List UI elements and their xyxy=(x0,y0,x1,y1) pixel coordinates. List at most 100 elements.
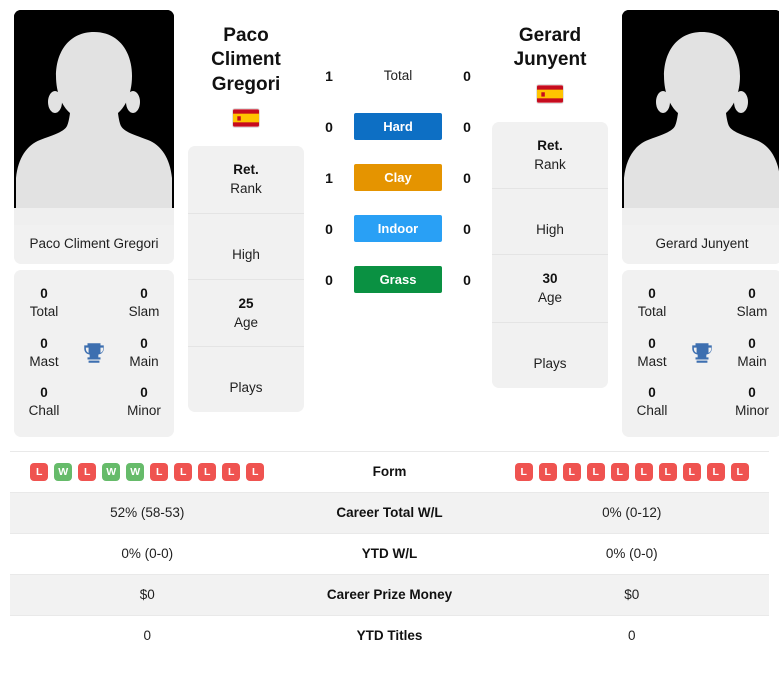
form-badge-l: L xyxy=(30,462,49,481)
player-titles-card-right: 0 Total 0 Slam 0 Mast 0 Main 0 Chall 0 M… xyxy=(622,270,779,437)
titles-cell-mast: 0 Mast xyxy=(14,335,74,371)
player-comparison-header: Paco Climent Gregori 0 Total 0 Slam 0 Ma… xyxy=(0,0,779,437)
player-avatar-right xyxy=(622,10,779,225)
titles-label-mast-right: Mast xyxy=(637,353,667,369)
table-label-ytd-titles: YTD Titles xyxy=(356,628,423,643)
titles-cell-slam-right: 0 Slam xyxy=(722,285,779,321)
h2h-row-indoor: 0 Indoor 0 xyxy=(318,215,478,242)
titles-row-mast-main: 0 Mast 0 Main xyxy=(14,328,174,377)
head-to-head-column: 1 Total 0 0 Hard 0 1 Clay 0 0 Indoor 0 0… xyxy=(318,10,478,293)
form-left: LWLWWLLLLL xyxy=(10,457,285,487)
titles-value-chall: 0 xyxy=(40,385,48,401)
h2h-left-score-hard: 0 xyxy=(325,118,333,135)
form-badge-l: L xyxy=(610,462,629,481)
player-info-card-right: Ret. Rank High 30 Age Plays xyxy=(492,121,608,388)
player-title-left: Paco Climent Gregori xyxy=(188,10,304,97)
titles-cell-main: 0 Main xyxy=(114,335,174,371)
info-value-rank-left: Ret. xyxy=(233,161,259,177)
player-name-caption-right: Gerard Junyent xyxy=(655,236,749,251)
form-badge-l: L xyxy=(658,462,677,481)
h2h-label-grass[interactable]: Grass xyxy=(354,266,442,293)
titles-row-chall-minor: 0 Chall 0 Minor xyxy=(14,377,174,426)
titles-row-total-slam-right: 0 Total 0 Slam xyxy=(622,278,779,327)
ytd-wl-right: 0% (0-0) xyxy=(605,546,658,561)
titles-row-chall-minor-right: 0 Chall 0 Minor xyxy=(622,377,779,426)
player-info-column-right: Gerard Junyent Ret. Rank High 30 Age Pla… xyxy=(492,10,608,388)
table-row-career-prize-money: $0 Career Prize Money $0 xyxy=(10,573,769,615)
form-badge-l: L xyxy=(246,462,265,481)
form-badge-w: W xyxy=(102,462,121,481)
player-title-left-line1: Paco Climent xyxy=(211,25,281,71)
titles-label-slam: Slam xyxy=(128,304,160,320)
titles-value-mast-right: 0 xyxy=(648,335,656,351)
info-label-rank-left: Rank xyxy=(230,180,262,196)
form-badge-l: L xyxy=(562,462,581,481)
info-value-plays-right xyxy=(496,338,604,355)
spain-flag-icon-right xyxy=(537,84,563,103)
player-panel-left: Paco Climent Gregori 0 Total 0 Slam 0 Ma… xyxy=(14,10,174,437)
form-right: LLLLLLLLLL xyxy=(495,457,770,487)
titles-label-chall: Chall xyxy=(28,403,60,419)
form-badge-l: L xyxy=(222,462,241,481)
titles-value-minor: 0 xyxy=(140,385,148,401)
ytd-titles-left: 0 xyxy=(143,628,151,643)
info-row-plays-left: Plays xyxy=(188,347,304,412)
info-label-plays-left: Plays xyxy=(229,380,263,396)
table-row-career-total-wl: 52% (58-53) Career Total W/L 0% (0-12) xyxy=(10,491,769,533)
titles-cell-total: 0 Total xyxy=(14,285,74,321)
h2h-label-total: Total xyxy=(383,68,413,83)
h2h-left-score-clay: 1 xyxy=(325,169,333,186)
titles-cell-chall-right: 0 Chall xyxy=(622,384,682,420)
career-prize-money-right: $0 xyxy=(624,587,640,602)
form-badge-w: W xyxy=(126,462,145,481)
h2h-right-score-indoor: 0 xyxy=(463,220,471,237)
info-row-high-right: High xyxy=(492,189,608,256)
titles-cell-main-right: 0 Main xyxy=(722,335,779,371)
h2h-left-score-indoor: 0 xyxy=(325,220,333,237)
comparison-stats-table: LWLWWLLLLL Form LLLLLLLLLL 52% (58-53) C… xyxy=(0,450,779,656)
h2h-row-grass: 0 Grass 0 xyxy=(318,266,478,293)
info-value-rank-right: Ret. xyxy=(537,137,563,153)
titles-cell-total-right: 0 Total xyxy=(622,285,682,321)
player-title-right-line1: Gerard xyxy=(518,25,582,46)
titles-cell-minor: 0 Minor xyxy=(114,384,174,420)
titles-value-mast: 0 xyxy=(40,335,48,351)
player-name-caption-left: Paco Climent Gregori xyxy=(29,236,159,251)
trophy-icon-right xyxy=(682,340,722,366)
info-label-age-right: Age xyxy=(537,290,563,306)
h2h-left-score-total: 1 xyxy=(325,67,333,84)
table-row-ytd-titles: 0 YTD Titles 0 xyxy=(10,614,769,656)
titles-row-mast-main-right: 0 Mast 0 Main xyxy=(622,328,779,377)
info-label-high-left: High xyxy=(232,246,260,262)
h2h-label-indoor[interactable]: Indoor xyxy=(354,215,442,242)
form-badge-l: L xyxy=(730,462,749,481)
player-title-right-line2: Junyent xyxy=(513,49,587,71)
info-value-age-left: 25 xyxy=(238,295,254,311)
info-row-high-left: High xyxy=(188,214,304,280)
titles-label-minor-right: Minor xyxy=(735,403,769,419)
form-badge-l: L xyxy=(78,462,97,481)
form-badge-l: L xyxy=(586,462,605,481)
titles-value-main-right: 0 xyxy=(748,335,756,351)
titles-label-mast: Mast xyxy=(29,353,59,369)
info-value-high-left xyxy=(192,229,300,246)
titles-value-total: 0 xyxy=(40,286,48,302)
player-photo-card-right[interactable]: Gerard Junyent xyxy=(622,10,779,265)
h2h-label-hard[interactable]: Hard xyxy=(354,113,442,140)
titles-label-main: Main xyxy=(129,353,159,369)
titles-cell-minor-right: 0 Minor xyxy=(722,384,779,420)
form-badge-l: L xyxy=(706,462,725,481)
form-badge-l: L xyxy=(174,462,193,481)
h2h-label-clay[interactable]: Clay xyxy=(354,164,442,191)
info-row-rank-right: Ret. Rank xyxy=(492,122,608,190)
h2h-row-hard: 0 Hard 0 xyxy=(318,113,478,140)
player-photo-card-left[interactable]: Paco Climent Gregori xyxy=(14,10,174,265)
info-value-high-right xyxy=(496,204,604,221)
table-label-form: Form xyxy=(372,464,407,479)
info-row-rank-left: Ret. Rank xyxy=(188,146,304,214)
player-title-right: Gerard Junyent xyxy=(514,10,587,73)
table-label-career-total-wl: Career Total W/L xyxy=(336,505,443,520)
titles-value-total-right: 0 xyxy=(648,286,656,302)
player-info-card-left: Ret. Rank High 25 Age Plays xyxy=(188,145,304,413)
h2h-right-score-hard: 0 xyxy=(463,118,471,135)
